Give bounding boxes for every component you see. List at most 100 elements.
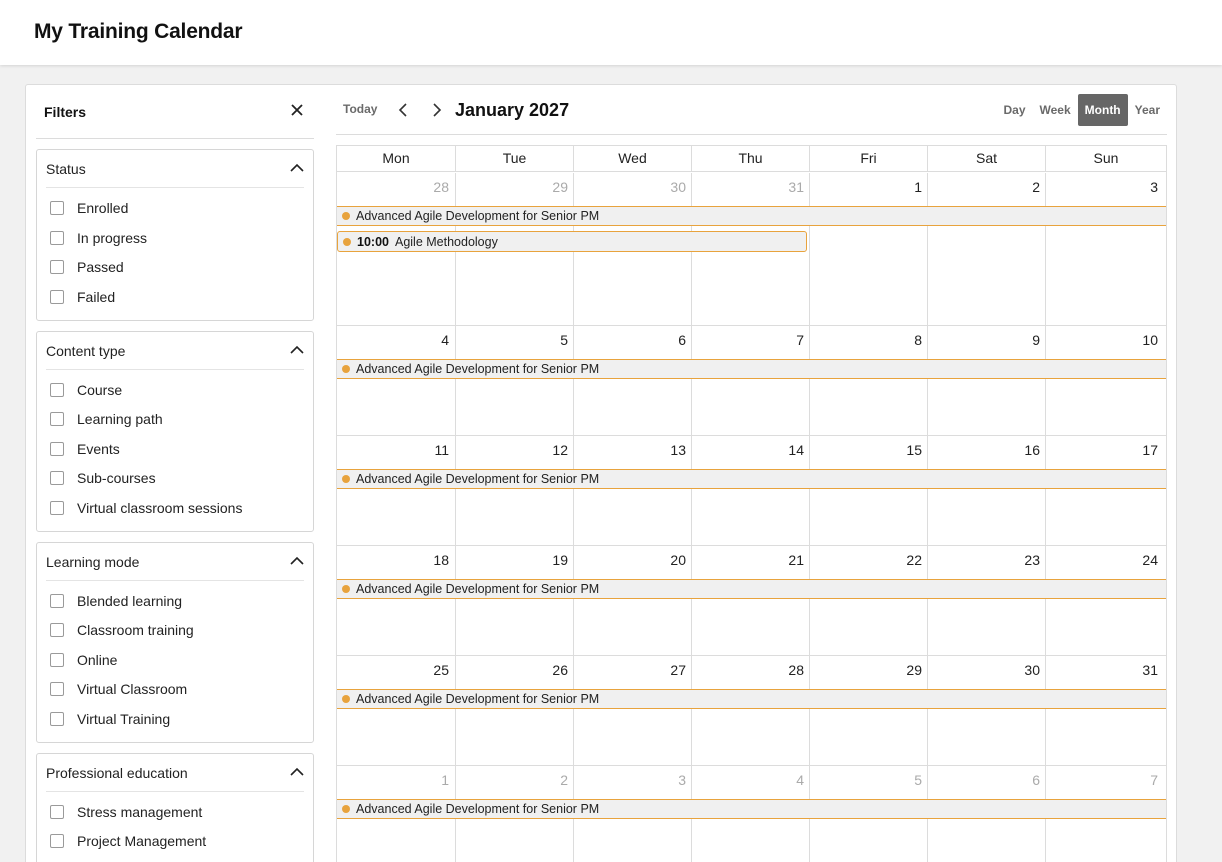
day-number[interactable]: 27 <box>574 662 692 678</box>
filter-learning-path[interactable]: Learning path <box>50 409 163 429</box>
day-number[interactable]: 5 <box>810 772 928 788</box>
filter-in-progress[interactable]: In progress <box>50 228 147 248</box>
day-number[interactable]: 4 <box>692 772 810 788</box>
week-row: 4 5 6 7 8 9 10 Advanced Agile Development for S… <box>337 326 1166 436</box>
calendar-event[interactable]: Advanced Agile Development for Senior PM <box>337 579 1166 599</box>
day-number[interactable]: 29 <box>456 179 574 195</box>
filter-virtual-training[interactable]: Virtual Training <box>50 709 170 729</box>
view-month-button[interactable]: Month <box>1077 94 1128 126</box>
calendar-event[interactable]: 10:00 Agile Methodology <box>337 231 807 252</box>
calendar-event[interactable]: Advanced Agile Development for Senior PM <box>337 469 1166 489</box>
filter-enrolled[interactable]: Enrolled <box>50 198 128 218</box>
day-divider <box>809 173 810 325</box>
chevron-left-icon[interactable] <box>396 102 410 118</box>
close-icon[interactable] <box>288 101 306 119</box>
calendar-toolbar: Today January 2027 Day Week Month Year <box>336 85 1167 135</box>
day-number[interactable]: 5 <box>456 332 574 348</box>
day-number[interactable]: 31 <box>692 179 810 195</box>
chevron-right-icon[interactable] <box>430 102 444 118</box>
day-number[interactable]: 7 <box>692 332 810 348</box>
day-number[interactable]: 25 <box>337 662 455 678</box>
checkbox[interactable] <box>50 412 64 426</box>
day-number[interactable]: 10 <box>1046 332 1164 348</box>
today-button[interactable]: Today <box>343 102 377 116</box>
filter-virtual-classroom-sessions[interactable]: Virtual classroom sessions <box>50 498 242 518</box>
day-number[interactable]: 28 <box>337 179 455 195</box>
filter-virtual-classroom[interactable]: Virtual Classroom <box>50 679 187 699</box>
view-year-button[interactable]: Year <box>1128 94 1167 126</box>
filter-group-header[interactable]: Learning mode <box>46 543 304 581</box>
checkbox[interactable] <box>50 471 64 485</box>
filter-events[interactable]: Events <box>50 439 120 459</box>
day-number[interactable]: 6 <box>574 332 692 348</box>
filter-classroom-training[interactable]: Classroom training <box>50 620 194 640</box>
day-number[interactable]: 21 <box>692 552 810 568</box>
calendar-event[interactable]: Advanced Agile Development for Senior PM <box>337 206 1166 226</box>
checkbox[interactable] <box>50 383 64 397</box>
day-number[interactable]: 13 <box>574 442 692 458</box>
day-number[interactable]: 1 <box>810 179 928 195</box>
calendar-event[interactable]: Advanced Agile Development for Senior PM <box>337 359 1166 379</box>
day-number[interactable]: 30 <box>928 662 1046 678</box>
day-number[interactable]: 26 <box>456 662 574 678</box>
day-number[interactable]: 24 <box>1046 552 1164 568</box>
checkbox[interactable] <box>50 231 64 245</box>
day-number[interactable]: 9 <box>928 332 1046 348</box>
checkbox[interactable] <box>50 201 64 215</box>
checkbox[interactable] <box>50 290 64 304</box>
day-number[interactable]: 8 <box>810 332 928 348</box>
checkbox[interactable] <box>50 501 64 515</box>
day-number[interactable]: 31 <box>1046 662 1164 678</box>
day-number[interactable]: 6 <box>928 772 1046 788</box>
day-number[interactable]: 7 <box>1046 772 1164 788</box>
filter-group-header[interactable]: Content type <box>46 332 304 370</box>
day-number[interactable]: 23 <box>928 552 1046 568</box>
day-number[interactable]: 4 <box>337 332 455 348</box>
weekday-label: Wed <box>574 146 692 172</box>
calendar-event[interactable]: Advanced Agile Development for Senior PM <box>337 799 1166 819</box>
day-number[interactable]: 3 <box>1046 179 1164 195</box>
view-week-button[interactable]: Week <box>1033 94 1078 126</box>
checkbox[interactable] <box>50 442 64 456</box>
day-number[interactable]: 18 <box>337 552 455 568</box>
filter-group-learning-mode: Learning mode Blended learning Classroom… <box>36 542 314 743</box>
day-number[interactable]: 20 <box>574 552 692 568</box>
checkbox[interactable] <box>50 712 64 726</box>
checkbox[interactable] <box>50 594 64 608</box>
filter-passed[interactable]: Passed <box>50 257 124 277</box>
filter-group-header[interactable]: Professional education <box>46 754 304 792</box>
day-number[interactable]: 19 <box>456 552 574 568</box>
day-number[interactable]: 11 <box>337 442 455 458</box>
day-number[interactable]: 22 <box>810 552 928 568</box>
day-number[interactable]: 1 <box>337 772 455 788</box>
filter-sub-courses[interactable]: Sub-courses <box>50 468 156 488</box>
checkbox[interactable] <box>50 260 64 274</box>
filter-online[interactable]: Online <box>50 650 117 670</box>
checkbox[interactable] <box>50 834 64 848</box>
checkbox[interactable] <box>50 653 64 667</box>
day-number[interactable]: 2 <box>928 179 1046 195</box>
day-number[interactable]: 17 <box>1046 442 1164 458</box>
day-number[interactable]: 14 <box>692 442 810 458</box>
filter-label: Classroom training <box>77 622 194 638</box>
weekday-label: Thu <box>692 146 810 172</box>
view-day-button[interactable]: Day <box>997 94 1033 126</box>
day-number[interactable]: 28 <box>692 662 810 678</box>
calendar-event[interactable]: Advanced Agile Development for Senior PM <box>337 689 1166 709</box>
day-number[interactable]: 3 <box>574 772 692 788</box>
day-number[interactable]: 30 <box>574 179 692 195</box>
day-number[interactable]: 12 <box>456 442 574 458</box>
filter-course[interactable]: Course <box>50 380 122 400</box>
filter-failed[interactable]: Failed <box>50 287 115 307</box>
checkbox[interactable] <box>50 682 64 696</box>
day-number[interactable]: 15 <box>810 442 928 458</box>
checkbox[interactable] <box>50 623 64 637</box>
day-number[interactable]: 16 <box>928 442 1046 458</box>
checkbox[interactable] <box>50 805 64 819</box>
filter-group-header[interactable]: Status <box>46 150 304 188</box>
filter-project-management[interactable]: Project Management <box>50 831 206 851</box>
filter-blended-learning[interactable]: Blended learning <box>50 591 182 611</box>
day-number[interactable]: 29 <box>810 662 928 678</box>
day-number[interactable]: 2 <box>456 772 574 788</box>
filter-stress-management[interactable]: Stress management <box>50 802 202 822</box>
